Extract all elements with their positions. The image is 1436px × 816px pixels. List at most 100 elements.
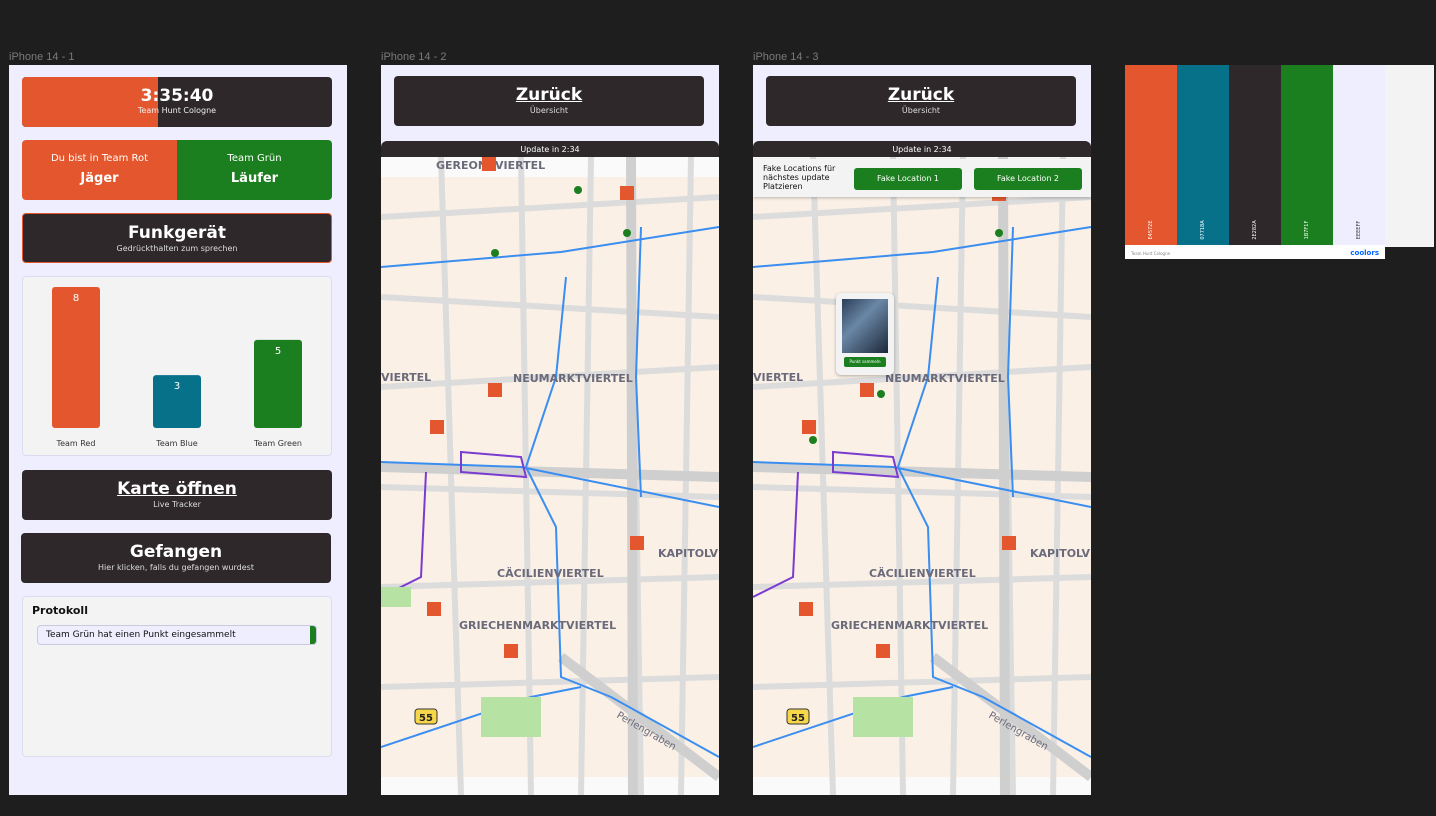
palette-footer: Team Hunt Cologne — [1131, 251, 1171, 256]
back-subtitle: Übersicht — [529, 106, 569, 115]
map-view[interactable]: NEUMARKTVIERTEL VIERTEL KAPITOLVI CÄCILI… — [753, 156, 1091, 795]
park-area — [853, 697, 913, 737]
red-marker[interactable] — [620, 186, 634, 200]
palette-extra-swatch — [1385, 65, 1434, 247]
fake-location-screen: Zurück Übersicht Update in 2:34 NEUMARKT… — [753, 65, 1091, 795]
team-red-label: Du bist in Team Rot — [50, 153, 149, 164]
log-entry-indicator — [310, 626, 316, 644]
road-number: 55 — [791, 713, 805, 724]
bar-category-label: Team Red — [56, 439, 96, 448]
swatch[interactable]: 2E282A — [1229, 65, 1281, 245]
fake-location-2-button[interactable]: Fake Location 2 — [974, 168, 1082, 190]
bar-team-red — [52, 287, 100, 428]
district-label: KAPITOLVI — [658, 547, 719, 560]
caught-button[interactable]: Gefangen Hier klicken, falls du gefangen… — [21, 533, 331, 583]
team-red-panel: Du bist in Team Rot Jäger — [22, 140, 177, 200]
district-label: VIERTEL — [753, 371, 803, 384]
swatch-code: EEEEFF — [1356, 220, 1362, 240]
color-palette: E4572E 07718A 2E282A 1B7F1F EEEEFF Team Hunt… — [1125, 65, 1385, 259]
frame-label-3: iPhone 14 - 3 — [753, 51, 819, 63]
palette-swatches: E4572E 07718A 2E282A 1B7F1F EEEEFF — [1125, 65, 1385, 245]
green-marker[interactable] — [623, 229, 631, 237]
district-label: GRIECHENMARKTVIERTEL — [831, 619, 988, 632]
road-number: 55 — [419, 713, 433, 724]
map-screen: Zurück Übersicht Update in 2:34 NEUMARKT… — [381, 65, 719, 795]
team-status: Du bist in Team Rot Jäger Team Grün Läuf… — [22, 140, 332, 200]
open-map-subtitle: Live Tracker — [153, 500, 201, 509]
team-green-label: Team Grün — [227, 153, 282, 164]
bar-value-label: 5 — [275, 346, 281, 357]
log-panel: Protokoll Team Grün hat einen Punkt eing… — [22, 596, 332, 757]
back-subtitle: Übersicht — [901, 106, 941, 115]
green-marker[interactable] — [574, 186, 582, 194]
green-marker[interactable] — [877, 390, 885, 398]
caught-subtitle: Hier klicken, falls du gefangen wurdest — [98, 563, 254, 572]
red-marker[interactable] — [482, 157, 496, 171]
district-label: NEUMARKTVIERTEL — [513, 372, 633, 385]
green-marker[interactable] — [491, 249, 499, 257]
log-entry-text: Team Grün hat einen Punkt eingesammelt — [46, 630, 236, 640]
swatch-code: E4572E — [1148, 220, 1154, 240]
collect-point-button[interactable]: Punkt sammeln — [844, 357, 886, 367]
district-label: GRIECHENMARKTVIERTEL — [459, 619, 616, 632]
map-canvas[interactable]: GEREONSVIERTEL NEUMARKTVIERTEL VIERTEL K… — [381, 156, 719, 795]
timer-card: 3:35:40 Team Hunt Cologne — [22, 77, 332, 127]
log-title[interactable]: Protokoll — [23, 597, 331, 617]
park-area — [381, 587, 411, 607]
swatch-code: 07718A — [1200, 220, 1206, 240]
red-marker[interactable] — [1002, 536, 1016, 550]
red-marker[interactable] — [630, 536, 644, 550]
map-view[interactable]: GEREONSVIERTEL NEUMARKTVIERTEL VIERTEL K… — [381, 156, 719, 795]
caught-title: Gefangen — [129, 542, 223, 562]
team-green-role: Läufer — [230, 171, 279, 186]
back-title: Zurück — [515, 85, 583, 105]
map-canvas[interactable]: NEUMARKTVIERTEL VIERTEL KAPITOLVI CÄCILI… — [753, 156, 1091, 795]
score-chart: 8 Team Red 3 Team Blue 5 Team Green — [22, 276, 332, 456]
bar-category-label: Team Green — [253, 439, 302, 448]
team-red-role: Jäger — [80, 171, 119, 186]
team-name: Team Hunt Cologne — [137, 106, 217, 115]
swatch[interactable]: 07718A — [1177, 65, 1229, 245]
coolors-logo: coolors — [1350, 249, 1379, 257]
radio-button[interactable]: Funkgerät Gedrückthalten zum sprechen — [22, 213, 332, 263]
home-screen: 3:35:40 Team Hunt Cologne Du bist in Tea… — [9, 65, 347, 795]
district-label: CÄCILIENVIERTEL — [869, 566, 976, 580]
red-marker[interactable] — [430, 420, 444, 434]
swatch-code: 2E282A — [1252, 220, 1258, 240]
open-map-title: Karte öffnen — [117, 479, 237, 499]
swatch[interactable]: EEEEFF — [1333, 65, 1385, 245]
swatch[interactable]: 1B7F1F — [1281, 65, 1333, 245]
score-bar-chart: 8 Team Red 3 Team Blue 5 Team Green — [52, 287, 302, 448]
bar-value-label: 3 — [174, 381, 180, 392]
red-marker[interactable] — [427, 602, 441, 616]
bar-value-label: 8 — [73, 293, 79, 304]
point-photo — [842, 299, 888, 353]
red-marker[interactable] — [802, 420, 816, 434]
red-marker[interactable] — [876, 644, 890, 658]
fake-location-1-button[interactable]: Fake Location 1 — [854, 168, 962, 190]
back-title: Zurück — [887, 85, 955, 105]
bar-category-label: Team Blue — [155, 439, 197, 448]
point-popup: Punkt sammeln — [836, 293, 894, 375]
swatch-code: 1B7F1F — [1304, 220, 1310, 240]
radio-subtitle: Gedrückthalten zum sprechen — [116, 244, 238, 253]
red-marker[interactable] — [488, 383, 502, 397]
district-label: VIERTEL — [381, 371, 431, 384]
back-button[interactable]: Zurück Übersicht — [394, 76, 704, 126]
green-marker[interactable] — [995, 229, 1003, 237]
district-label: KAPITOLVI — [1030, 547, 1091, 560]
swatch[interactable]: E4572E — [1125, 65, 1177, 245]
frame-label-2: iPhone 14 - 2 — [381, 51, 447, 63]
frame-label-1: iPhone 14 - 1 — [9, 51, 75, 63]
team-green-panel: Team Grün Läufer — [177, 140, 332, 200]
radio-title: Funkgerät — [128, 223, 226, 243]
green-marker[interactable] — [809, 436, 817, 444]
open-map-button[interactable]: Karte öffnen Live Tracker — [22, 470, 332, 520]
park-area — [481, 697, 541, 737]
log-entry: Team Grün hat einen Punkt eingesammelt — [37, 625, 317, 645]
district-label: CÄCILIENVIERTEL — [497, 566, 604, 580]
red-marker[interactable] — [860, 383, 874, 397]
red-marker[interactable] — [799, 602, 813, 616]
red-marker[interactable] — [504, 644, 518, 658]
back-button[interactable]: Zurück Übersicht — [766, 76, 1076, 126]
